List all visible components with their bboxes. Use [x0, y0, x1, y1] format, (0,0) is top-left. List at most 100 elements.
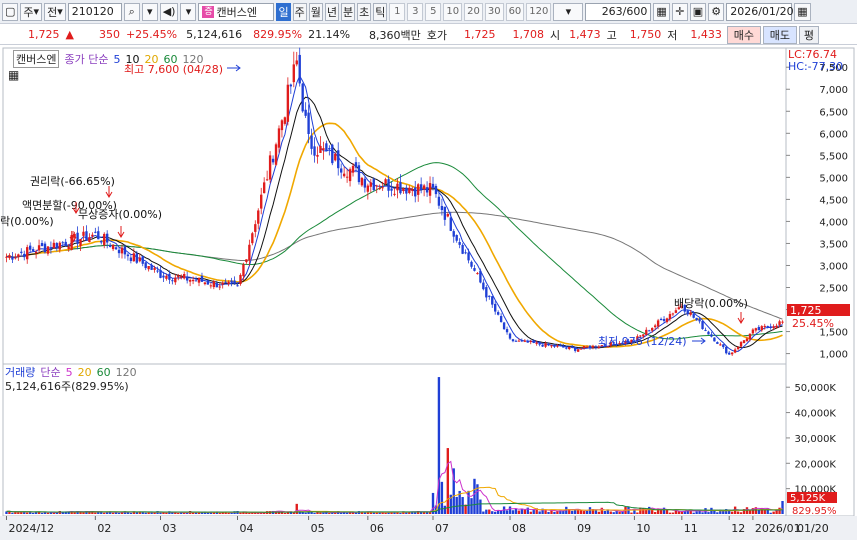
- crosshair-icon[interactable]: ✛: [671, 2, 688, 21]
- data-count-field[interactable]: 263/600: [585, 2, 652, 21]
- volume-bar: [339, 512, 343, 514]
- save-icon[interactable]: ▣: [689, 2, 707, 21]
- legend-ma10[interactable]: 10: [125, 53, 139, 66]
- volume-bar: [165, 512, 168, 514]
- buy-button[interactable]: 매수: [726, 25, 761, 44]
- volume-bar: [508, 506, 512, 514]
- vlegend-ma120[interactable]: 120: [116, 366, 137, 379]
- volume-bar: [479, 499, 482, 514]
- candle-body: [470, 261, 473, 267]
- date-field[interactable]: 2026/01/20: [726, 2, 794, 21]
- legend-ma20[interactable]: 20: [144, 53, 158, 66]
- calendar-icon[interactable]: ▦: [794, 2, 811, 21]
- volume-bar: [159, 512, 162, 514]
- candle-body: [437, 196, 441, 206]
- vlegend-ma60[interactable]: 60: [97, 366, 111, 379]
- candle-body: [126, 254, 130, 257]
- candle-body: [425, 187, 429, 193]
- candle-body: [514, 340, 518, 342]
- volume-bar: [532, 510, 535, 514]
- candle-body: [26, 247, 29, 260]
- interval-60[interactable]: 60: [505, 2, 525, 21]
- price-change-pct: +25.45%: [125, 28, 178, 41]
- stock-name-tag[interactable]: 캔버스엔: [13, 50, 60, 68]
- candle-body: [147, 266, 150, 270]
- interval-dropdown[interactable]: ▾: [553, 2, 584, 21]
- volume-bar: [197, 512, 201, 514]
- candle-body: [111, 244, 115, 250]
- gear-icon[interactable]: ⚙: [708, 2, 725, 21]
- chart-svg[interactable]: 7,5007,0006,5006,0005,5005,0004,5004,000…: [0, 46, 857, 540]
- candle-body: [271, 158, 275, 163]
- sell-button[interactable]: 매도: [762, 25, 797, 44]
- hc-value: HC:-77.30: [788, 60, 843, 73]
- candle-body: [254, 224, 257, 232]
- candle-body: [701, 321, 704, 330]
- stock-code-input[interactable]: 210120: [67, 2, 122, 21]
- candle-body: [31, 249, 35, 252]
- chevron-down-icon[interactable]: ▾: [180, 2, 197, 21]
- candle-body: [286, 84, 290, 122]
- sound-icon[interactable]: ◀): [159, 2, 179, 21]
- interval-20[interactable]: 20: [464, 2, 483, 21]
- volume-bar: [239, 512, 242, 514]
- interval-3[interactable]: 3: [407, 2, 424, 21]
- interval-30[interactable]: 30: [484, 2, 504, 21]
- volume-bar: [630, 512, 633, 514]
- legend-ma60[interactable]: 60: [163, 53, 177, 66]
- candle-body: [304, 109, 307, 116]
- volume-bar: [470, 498, 473, 514]
- market-dropdown[interactable]: 전 ▾: [44, 2, 66, 21]
- period-minute[interactable]: 분: [340, 2, 356, 21]
- candle-body: [283, 117, 287, 124]
- volume-y-tick-label: 40,000K: [794, 409, 836, 420]
- candle-body: [553, 345, 556, 347]
- volume-bar: [588, 507, 592, 514]
- volume-value: 5,124,616: [186, 28, 243, 41]
- ask-price: 1,725: [464, 28, 496, 41]
- candle-body: [248, 244, 251, 261]
- volume-bar: [322, 512, 325, 514]
- search-icon[interactable]: ⌕: [123, 2, 140, 21]
- code-dropdown-icon[interactable]: ▾: [141, 2, 158, 21]
- volume-bar: [772, 511, 775, 514]
- candle-body: [739, 342, 743, 347]
- interval-10[interactable]: 10: [443, 2, 463, 21]
- period-type-dropdown[interactable]: 주 ▾: [20, 2, 43, 21]
- candle-body: [411, 189, 414, 191]
- candle-body: [565, 347, 568, 349]
- grid-icon[interactable]: ▦: [8, 68, 19, 82]
- period-month[interactable]: 월: [308, 2, 323, 21]
- candle-body: [277, 128, 281, 148]
- candle-body: [443, 206, 447, 220]
- chart-settings-icon[interactable]: ▦: [653, 2, 670, 21]
- interval-1[interactable]: 1: [389, 2, 406, 21]
- candle-body: [23, 253, 26, 258]
- legend-ma120[interactable]: 120: [182, 53, 203, 66]
- candle-body: [757, 326, 761, 331]
- legend-ma5[interactable]: 5: [113, 53, 120, 66]
- layout-icon[interactable]: ▢: [2, 2, 19, 21]
- candle-body: [331, 144, 334, 164]
- vlegend-ma5[interactable]: 5: [66, 366, 73, 379]
- period-week[interactable]: 주: [292, 2, 307, 21]
- candle-body: [262, 182, 266, 194]
- period-second[interactable]: 초: [357, 2, 372, 21]
- interval-5[interactable]: 5: [425, 2, 442, 21]
- chart-area[interactable]: 7,500 7,000 6,500 6,000 5,500 5,000 4,500 4,000…: [0, 46, 857, 540]
- candle-body: [301, 83, 304, 112]
- vlegend-ma20[interactable]: 20: [78, 366, 92, 379]
- period-tick[interactable]: 틱: [373, 2, 388, 21]
- candle-body: [339, 168, 343, 173]
- volume-bar: [129, 512, 133, 514]
- volume-bar: [319, 512, 322, 514]
- period-year[interactable]: 년: [324, 2, 339, 21]
- stock-name-field[interactable]: 증 캔버스엔: [198, 2, 275, 21]
- candle-body: [337, 150, 340, 169]
- period-day[interactable]: 일: [276, 2, 291, 21]
- evaluate-button[interactable]: 평: [798, 25, 819, 44]
- candle-body: [656, 320, 660, 327]
- candle-body: [37, 245, 41, 251]
- volume-bar: [144, 512, 147, 514]
- interval-120[interactable]: 120: [526, 2, 552, 21]
